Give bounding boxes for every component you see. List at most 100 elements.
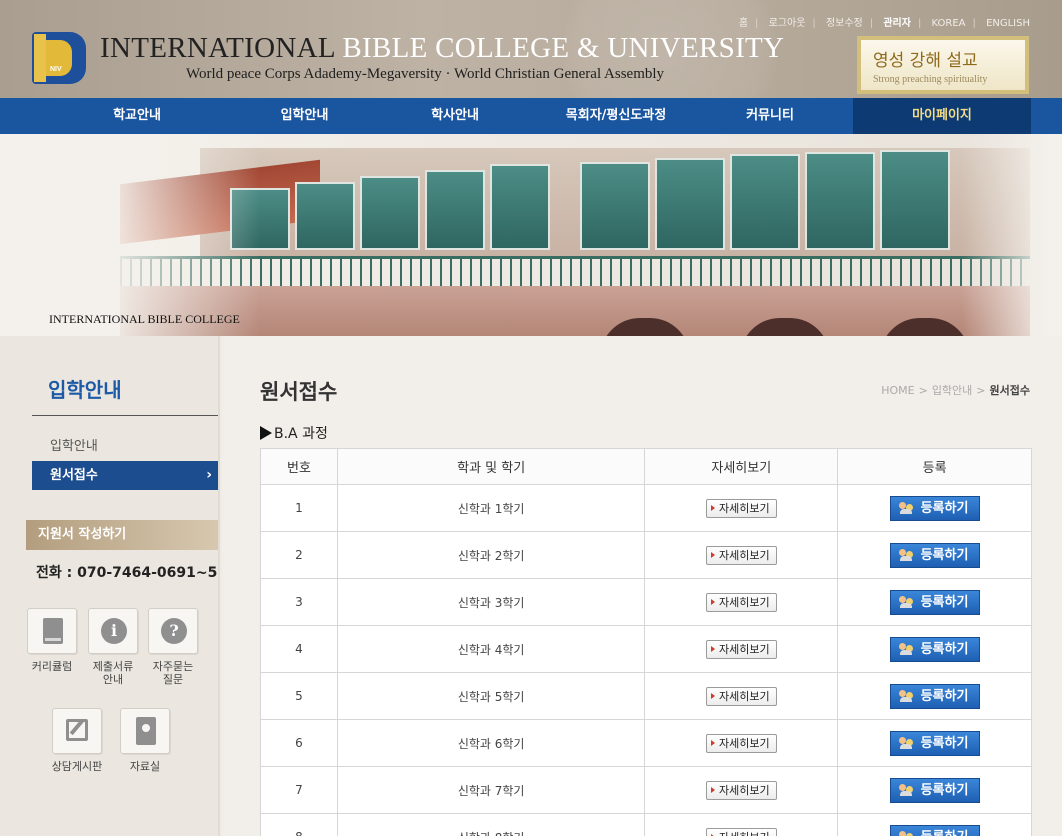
people-icon [898, 595, 915, 609]
row-course: 신학과 1학기 [336, 484, 646, 532]
sidebar-item-admission-info[interactable]: 입학안내 [32, 432, 220, 461]
nav-school-info[interactable]: 학교안내 [52, 98, 222, 134]
left-sidebar: 입학안내 입학안내 원서접수 지원서 작성하기 전화 : 070-7464-06… [0, 336, 220, 836]
table-row: 5 신학과 5학기 자세히보기 등록하기 [260, 672, 1032, 720]
col-header-register: 등록 [837, 448, 1032, 485]
people-icon [898, 830, 915, 836]
table-row: 8신학과 8학기자세히보기 등록하기 [260, 813, 1032, 836]
row-number: 4 [260, 625, 338, 673]
nav-pastor-lay-course[interactable]: 목회자/평신도과정 [523, 98, 709, 134]
people-icon [898, 501, 915, 515]
register-button[interactable]: 등록하기 [889, 730, 980, 756]
nav-community[interactable]: 커뮤니티 [709, 98, 831, 134]
preaching-promo-banner[interactable]: 영성 강해 설교 Strong preaching spirituality [857, 36, 1029, 94]
util-logout-link[interactable]: 로그아웃 [769, 14, 806, 29]
quick-consult-board-button[interactable]: 상담게시판 [45, 708, 109, 773]
row-course: 신학과 6학기 [336, 719, 646, 767]
util-admin-link[interactable]: 관리자 [883, 14, 911, 29]
breadcrumb-current: 원서접수 [989, 384, 1030, 397]
view-detail-button[interactable]: 자세히보기 [705, 498, 777, 518]
people-icon [898, 548, 915, 562]
utility-links: 홈 | 로그아웃 | 정보수정 | 관리자 | KOREA | ENGLISH [739, 14, 1030, 29]
brand-title: INTERNATIONAL BIBLE COLLEGE & UNIVERSITY [100, 32, 784, 65]
breadcrumb-admission[interactable]: 입학안내 [932, 384, 972, 397]
nav-admission[interactable]: 입학안내 [222, 98, 387, 134]
register-button[interactable]: 등록하기 [889, 636, 980, 662]
quick-documents-button[interactable]: i 제출서류 안내 [81, 608, 145, 686]
quick-library-button[interactable]: 자료실 [113, 708, 177, 773]
row-number: 1 [260, 484, 338, 532]
util-english-link[interactable]: ENGLISH [986, 18, 1030, 29]
contact-book-icon [136, 717, 156, 745]
breadcrumb: HOME > 입학안내 > 원서접수 [881, 384, 1030, 397]
util-korea-link[interactable]: KOREA [932, 18, 966, 29]
row-number: 8 [260, 813, 338, 836]
view-detail-button[interactable]: 자세히보기 [705, 780, 777, 800]
col-header-detail: 자세히보기 [644, 448, 839, 485]
register-button[interactable]: 등록하기 [889, 542, 980, 568]
course-table: 번호 학과 및 학기 자세히보기 등록 1 신학과 1학기 자세히보기 등록하기 2 신학… [260, 448, 1032, 836]
table-row: 3 신학과 3학기 자세히보기 등록하기 [260, 578, 1032, 626]
row-course: 신학과 8학기 [336, 813, 646, 836]
row-course: 신학과 3학기 [336, 578, 646, 626]
register-button[interactable]: 등록하기 [889, 824, 980, 836]
row-course: 신학과 4학기 [336, 625, 646, 673]
table-row: 1 신학과 1학기 자세히보기 등록하기 [260, 484, 1032, 532]
row-number: 5 [260, 672, 338, 720]
university-logo[interactable]: NIV [32, 32, 86, 84]
register-button[interactable]: 등록하기 [889, 777, 980, 803]
contact-phone: 전화 : 070-7464-0691~5 [36, 565, 218, 581]
sidebar-menu: 입학안내 원서접수 [32, 432, 220, 490]
book-icon [43, 618, 63, 644]
row-course: 신학과 2학기 [336, 531, 646, 579]
row-course: 신학과 5학기 [336, 672, 646, 720]
view-detail-button[interactable]: 자세히보기 [705, 733, 777, 753]
view-detail-button[interactable]: 자세히보기 [705, 686, 777, 706]
banner-caption: INTERNATIONAL BIBLE COLLEGE [49, 312, 240, 326]
nav-mypage[interactable]: 마이페이지 [853, 98, 1031, 134]
quick-curriculum-button[interactable]: 커리큘럼 [20, 608, 84, 673]
util-home-link[interactable]: 홈 [739, 14, 748, 29]
row-number: 3 [260, 578, 338, 626]
logo-tag: NIV [50, 66, 62, 73]
site-header: NIV INTERNATIONAL BIBLE COLLEGE & UNIVER… [0, 0, 1062, 98]
quick-faq-button[interactable]: ? 자주묻는 질문 [141, 608, 205, 686]
edit-icon [66, 719, 88, 741]
hero-banner: INTERNATIONAL BIBLE COLLEGE [0, 134, 1062, 336]
nav-academic[interactable]: 학사안내 [387, 98, 523, 134]
row-course: 신학과 7학기 [336, 766, 646, 814]
util-edit-profile-link[interactable]: 정보수정 [826, 14, 863, 29]
view-detail-button[interactable]: 자세히보기 [705, 592, 777, 612]
row-number: 6 [260, 719, 338, 767]
brand-title-main: INTERNATIONAL [100, 32, 335, 64]
table-header-row: 번호 학과 및 학기 자세히보기 등록 [260, 448, 1032, 485]
view-detail-button[interactable]: 자세히보기 [705, 827, 777, 836]
table-row: 7 신학과 7학기 자세히보기 등록하기 [260, 766, 1032, 814]
sidebar-divider [32, 415, 220, 416]
brand-title-accent: BIBLE COLLEGE & UNIVERSITY [342, 32, 785, 64]
sidebar-title: 입학안내 [48, 378, 122, 402]
register-button[interactable]: 등록하기 [889, 683, 980, 709]
page-title: 원서접수 [260, 380, 338, 404]
triangle-right-icon [260, 426, 272, 440]
col-header-course: 학과 및 학기 [336, 448, 646, 485]
question-icon: ? [161, 618, 187, 644]
people-icon [898, 689, 915, 703]
view-detail-button[interactable]: 자세히보기 [705, 639, 777, 659]
brand-subtitle: World peace Corps Adademy-Megaversity · … [186, 66, 665, 82]
register-button[interactable]: 등록하기 [889, 589, 980, 615]
table-row: 4 신학과 4학기 자세히보기 등록하기 [260, 625, 1032, 673]
register-button[interactable]: 등록하기 [889, 495, 980, 521]
sidebar-item-application[interactable]: 원서접수 [32, 461, 220, 490]
view-detail-button[interactable]: 자세히보기 [705, 545, 777, 565]
main-content: 원서접수 HOME > 입학안내 > 원서접수 B.A 과정 번호 학과 및 학기 자세… [222, 336, 1062, 836]
table-row: 6 신학과 6학기 자세히보기 등록하기 [260, 719, 1032, 767]
table-row: 2 신학과 2학기 자세히보기 등록하기 [260, 531, 1032, 579]
people-icon [898, 642, 915, 656]
breadcrumb-home[interactable]: HOME [881, 384, 914, 397]
people-icon [898, 736, 915, 750]
col-header-number: 번호 [260, 448, 338, 485]
info-icon: i [101, 618, 127, 644]
main-nav: 학교안내 입학안내 학사안내 목회자/평신도과정 커뮤니티 마이페이지 [0, 98, 1062, 134]
write-application-button[interactable]: 지원서 작성하기 [26, 520, 220, 550]
